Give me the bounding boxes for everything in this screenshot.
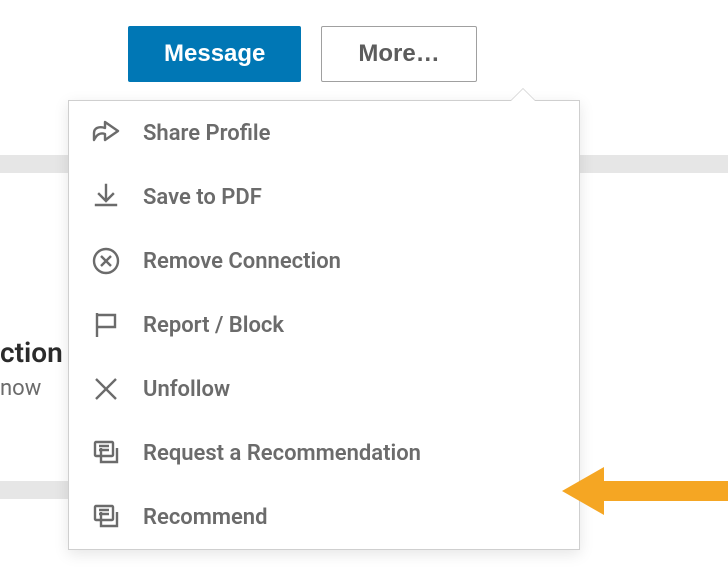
menu-item-share-profile[interactable]: Share Profile bbox=[69, 101, 579, 165]
menu-item-label: Unfollow bbox=[143, 377, 230, 402]
menu-item-remove-connection[interactable]: Remove Connection bbox=[69, 229, 579, 293]
menu-item-save-pdf[interactable]: Save to PDF bbox=[69, 165, 579, 229]
message-button[interactable]: Message bbox=[128, 26, 301, 82]
menu-item-request-recommendation[interactable]: Request a Recommendation bbox=[69, 421, 579, 485]
unfollow-icon bbox=[91, 374, 121, 404]
share-icon bbox=[91, 118, 121, 148]
menu-item-report-block[interactable]: Report / Block bbox=[69, 293, 579, 357]
download-icon bbox=[91, 182, 121, 212]
menu-item-recommend[interactable]: Recommend bbox=[69, 485, 579, 549]
more-dropdown: Share Profile Save to PDF Remove Connect… bbox=[68, 100, 580, 550]
flag-icon bbox=[91, 310, 121, 340]
action-bar: Message More… bbox=[0, 0, 728, 82]
menu-item-label: Remove Connection bbox=[143, 249, 341, 274]
partial-heading: ction bbox=[0, 336, 63, 369]
menu-item-label: Share Profile bbox=[143, 121, 270, 146]
partial-subtext: now bbox=[0, 376, 41, 401]
recommend-icon bbox=[91, 502, 121, 532]
menu-item-label: Recommend bbox=[143, 505, 267, 530]
more-button[interactable]: More… bbox=[321, 26, 476, 82]
request-rec-icon bbox=[91, 438, 121, 468]
remove-icon bbox=[91, 246, 121, 276]
menu-item-label: Report / Block bbox=[143, 313, 284, 338]
menu-item-unfollow[interactable]: Unfollow bbox=[69, 357, 579, 421]
menu-item-label: Request a Recommendation bbox=[143, 441, 421, 466]
menu-item-label: Save to PDF bbox=[143, 185, 262, 210]
